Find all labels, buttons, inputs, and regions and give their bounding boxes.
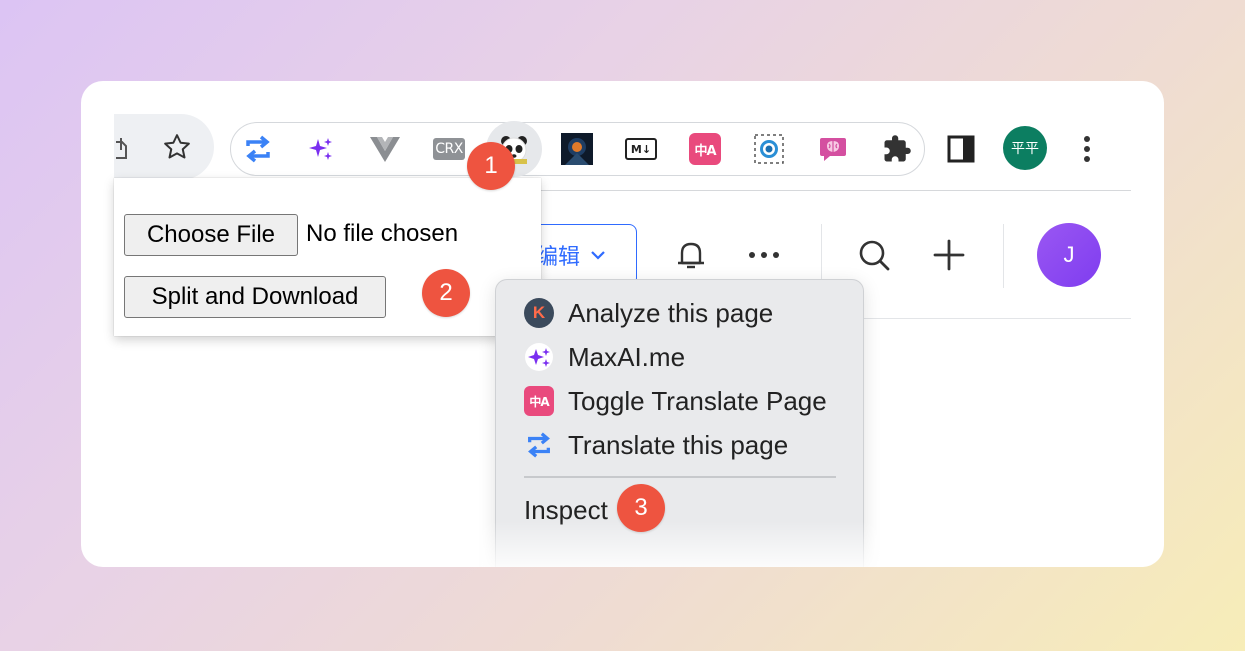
translate-loop-icon[interactable]: [241, 132, 275, 166]
menu-item-label: MaxAI.me: [568, 341, 686, 372]
menu-item-analyze[interactable]: K Analyze this page: [524, 297, 773, 329]
puzzle-icon[interactable]: [880, 132, 914, 166]
file-status-text: No file chosen: [306, 220, 459, 247]
markdown-icon[interactable]: M↓: [624, 132, 658, 166]
bell-icon[interactable]: [673, 237, 709, 273]
menu-item-maxai[interactable]: MaxAI.me: [524, 341, 685, 373]
brain-icon[interactable]: [816, 132, 850, 166]
toolbar-divider: [540, 190, 1131, 191]
menu-item-label: Toggle Translate Page: [568, 385, 827, 416]
fade-overlay: [481, 521, 901, 567]
bookmark-star-icon[interactable]: [162, 132, 192, 162]
maxai-icon: [524, 342, 554, 372]
edit-label: 编辑: [535, 245, 580, 270]
extension-popup: Choose File No file chosen Split and Dow…: [114, 178, 541, 336]
choose-file-button[interactable]: Choose File: [124, 214, 298, 256]
kebab-menu-icon[interactable]: [1079, 133, 1095, 165]
menu-item-label: Analyze this page: [568, 297, 774, 328]
side-panel-icon[interactable]: [947, 135, 975, 163]
split-download-button[interactable]: Split and Download: [124, 276, 386, 318]
translate-page-icon[interactable]: 中A: [688, 132, 722, 166]
plus-icon[interactable]: [931, 237, 967, 273]
step-badge-1: 1: [467, 142, 515, 190]
search-icon[interactable]: [856, 237, 892, 273]
maxai-sparkle-icon[interactable]: [304, 132, 338, 166]
vertical-divider: [1003, 224, 1004, 288]
vue-devtools-icon[interactable]: [368, 132, 402, 166]
translate-page-icon: 中A: [524, 386, 554, 416]
user-avatar[interactable]: J: [1037, 223, 1101, 287]
menu-item-toggle-translate[interactable]: 中A Toggle Translate Page: [524, 385, 827, 417]
menu-item-translate-page[interactable]: Translate this page: [524, 429, 788, 461]
dark-art-icon[interactable]: [560, 132, 594, 166]
menu-item-label: Translate this page: [568, 429, 789, 460]
chevron-down-icon: [591, 251, 605, 260]
omnibox-end: [114, 114, 214, 180]
translate-loop-icon: [524, 430, 554, 460]
more-horizontal-icon[interactable]: [746, 251, 782, 259]
step-badge-2: 2: [422, 269, 470, 317]
step-badge-3: 3: [617, 484, 665, 532]
menu-separator: [524, 476, 836, 478]
browser-window: CRX M↓ 中A 平平 编辑 J Choose File No file ch…: [81, 81, 1164, 567]
k-icon: K: [524, 298, 554, 328]
share-icon[interactable]: [114, 134, 128, 162]
crx-icon[interactable]: CRX: [432, 132, 466, 166]
screen-capture-icon[interactable]: [752, 132, 786, 166]
profile-avatar[interactable]: 平平: [1003, 126, 1047, 170]
